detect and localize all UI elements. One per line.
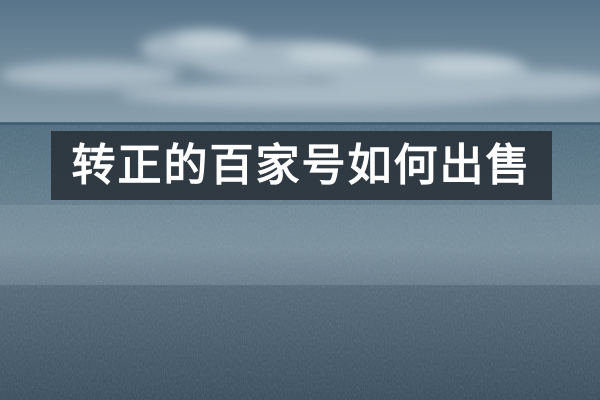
title-banner: 转正的百家号如何出售 (51, 131, 552, 200)
page-title: 转正的百家号如何出售 (71, 139, 532, 191)
background-photo: 转正的百家号如何出售 (0, 0, 600, 400)
horizon-line (0, 122, 600, 125)
sea-and-sky-image (0, 0, 600, 400)
